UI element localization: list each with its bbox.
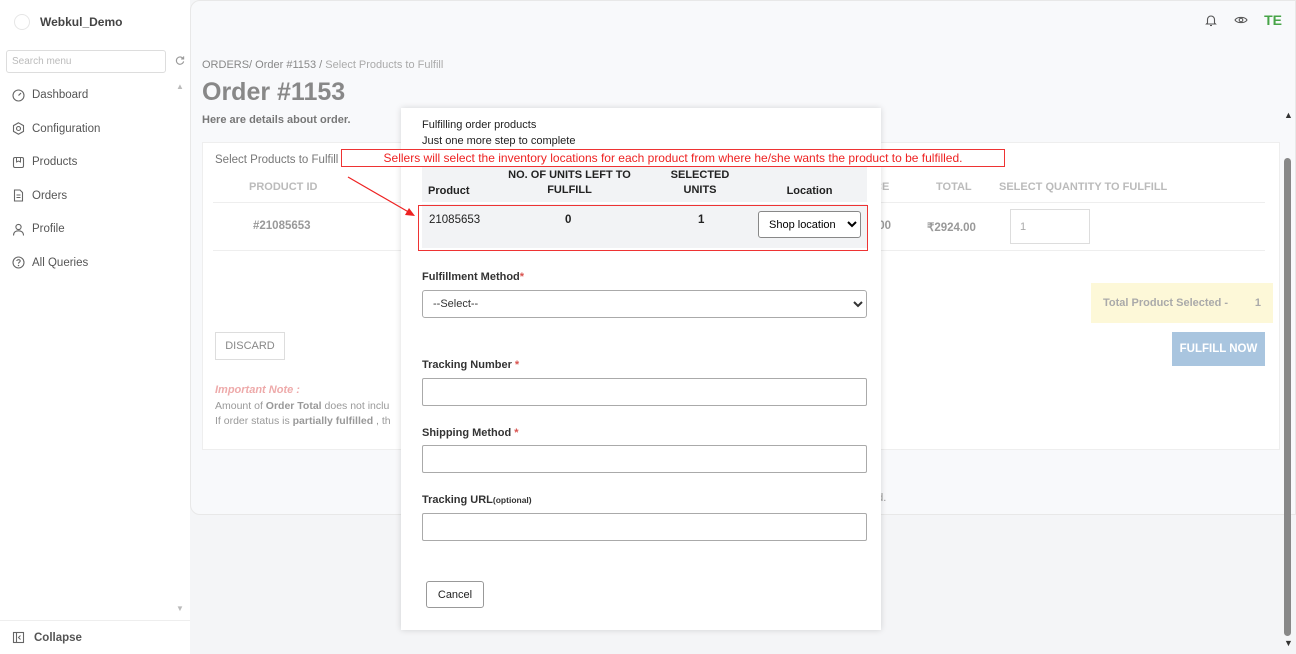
bell-icon[interactable]: [1204, 13, 1218, 27]
breadcrumb-path[interactable]: ORDERS/ Order #1153 /: [202, 59, 322, 71]
important-note-title: Important Note :: [215, 384, 300, 396]
scroll-down-icon[interactable]: ▼: [1284, 638, 1293, 648]
label-text: Shipping Method: [422, 427, 512, 439]
note-text: Amount of: [215, 400, 266, 412]
product-id-cell: #21085653: [253, 220, 311, 232]
avatar[interactable]: TE: [1264, 12, 1282, 28]
sidebar-nav: Dashboard Configuration Products Orders …: [12, 86, 100, 288]
search-input[interactable]: [6, 50, 166, 73]
collapse-button[interactable]: Collapse: [0, 620, 190, 654]
total-selected-box: Total Product Selected - 1: [1091, 283, 1273, 323]
annotation-highlight-box: [418, 205, 868, 251]
sidebar-item-label: Configuration: [32, 122, 101, 135]
note-line-1: Amount of Order Total does not inclu: [215, 400, 389, 412]
modal-subheading: Just one more step to complete: [422, 135, 576, 147]
total-cell: ₹2924.00: [927, 222, 976, 234]
orders-icon: [12, 189, 25, 202]
card-title: Select Products to Fulfill: [215, 154, 339, 166]
shipping-method-label: Shipping Method *: [422, 427, 519, 439]
note-bold: partially fulfilled: [292, 415, 374, 427]
product-icon: [12, 156, 25, 169]
cancel-button[interactable]: Cancel: [426, 581, 484, 608]
breadcrumb-current: Select Products to Fulfill: [325, 59, 444, 71]
topbar: TE: [1204, 12, 1282, 28]
column-header-total: TOTAL: [936, 181, 972, 193]
header-location: Location: [786, 185, 833, 197]
sidebar: Webkul_Demo ▲ Dashboard Configuration Pr…: [0, 0, 190, 654]
discard-button[interactable]: DISCARD: [215, 332, 285, 360]
required-mark: *: [514, 359, 520, 371]
tracking-url-label: Tracking URL(optional): [422, 494, 532, 506]
sidebar-item-label: Profile: [32, 223, 65, 236]
tracking-url-input[interactable]: [422, 513, 867, 541]
collapse-icon: [12, 631, 25, 644]
sidebar-item-orders[interactable]: Orders: [12, 187, 100, 205]
label-text: Tracking Number: [422, 359, 512, 371]
sidebar-item-label: All Queries: [32, 256, 89, 269]
required-mark: *: [514, 427, 519, 439]
brand[interactable]: Webkul_Demo: [14, 13, 122, 31]
user-icon: [12, 223, 25, 236]
column-header-product-id: PRODUCT ID: [249, 181, 318, 193]
label-text: Tracking URL: [422, 494, 493, 506]
sidebar-item-label: Products: [32, 156, 78, 169]
tracking-number-label: Tracking Number *: [422, 359, 519, 371]
refresh-icon[interactable]: [174, 55, 186, 67]
tracking-number-input[interactable]: [422, 378, 867, 406]
annotation-callout: Sellers will select the inventory locati…: [341, 149, 1005, 167]
modal-table-header: Product NO. OF UNITS LEFT TO FULFILL SEL…: [422, 166, 867, 202]
sidebar-item-profile[interactable]: Profile: [12, 220, 100, 238]
sidebar-item-dashboard[interactable]: Dashboard: [12, 86, 100, 104]
brand-logo: [14, 14, 30, 30]
note-text: , th: [373, 415, 391, 427]
total-selected-label: Total Product Selected -: [1103, 297, 1229, 309]
page-subtitle: Here are details about order.: [202, 114, 351, 126]
modal-heading: Fulfilling order products: [422, 119, 537, 131]
search-menu: [6, 50, 185, 73]
eye-icon[interactable]: [1234, 13, 1248, 27]
fulfill-modal: Fulfilling order products Just one more …: [401, 108, 881, 630]
note-text: does not inclu: [321, 400, 390, 412]
note-text: If order status is: [215, 415, 293, 427]
dashboard-icon: [12, 88, 25, 102]
quantity-input[interactable]: [1010, 209, 1090, 244]
optional-mark: (optional): [492, 495, 532, 505]
header-selected-units: SELECTED UNITS: [670, 169, 730, 196]
question-icon: [12, 256, 25, 270]
brand-name: Webkul_Demo: [40, 15, 123, 29]
fulfillment-method-select[interactable]: --Select--: [422, 290, 867, 318]
sidebar-item-label: Orders: [32, 189, 68, 202]
header-units-left: NO. OF UNITS LEFT TO FULFILL: [508, 169, 631, 196]
note-bold: Order Total: [265, 400, 322, 412]
required-mark: *: [519, 271, 525, 283]
annotation-arrow-icon: [347, 176, 415, 216]
scroll-up-icon[interactable]: ▲: [1284, 110, 1293, 120]
fulfillment-method-label: Fulfillment Method*: [422, 271, 524, 283]
column-header-select-quantity: SELECT QUANTITY TO FULFILL: [999, 181, 1168, 193]
sidebar-item-configuration[interactable]: Configuration: [12, 120, 100, 138]
fulfill-now-button[interactable]: FULFILL NOW: [1172, 332, 1265, 366]
page-scrollbar[interactable]: ▲ ▼: [1282, 108, 1294, 654]
gear-icon: [12, 122, 25, 135]
shipping-method-input[interactable]: [422, 445, 867, 473]
collapse-label: Collapse: [34, 631, 82, 644]
breadcrumb: ORDERS/ Order #1153 / Select Products to…: [202, 59, 443, 71]
header-product: Product: [428, 185, 470, 197]
label-text: Fulfillment Method: [422, 271, 520, 283]
sidebar-scroll-down-icon[interactable]: ▼: [176, 604, 184, 613]
sidebar-scroll-up-icon[interactable]: ▲: [176, 82, 184, 91]
total-selected-value: 1: [1254, 297, 1261, 309]
sidebar-item-label: Dashboard: [32, 89, 89, 101]
sidebar-item-all-queries[interactable]: All Queries: [12, 254, 100, 272]
scrollbar-thumb[interactable]: [1284, 158, 1291, 636]
sidebar-item-products[interactable]: Products: [12, 153, 100, 171]
note-line-2: If order status is partially fulfilled ,…: [215, 415, 391, 427]
page-title: Order #1153: [202, 78, 346, 106]
